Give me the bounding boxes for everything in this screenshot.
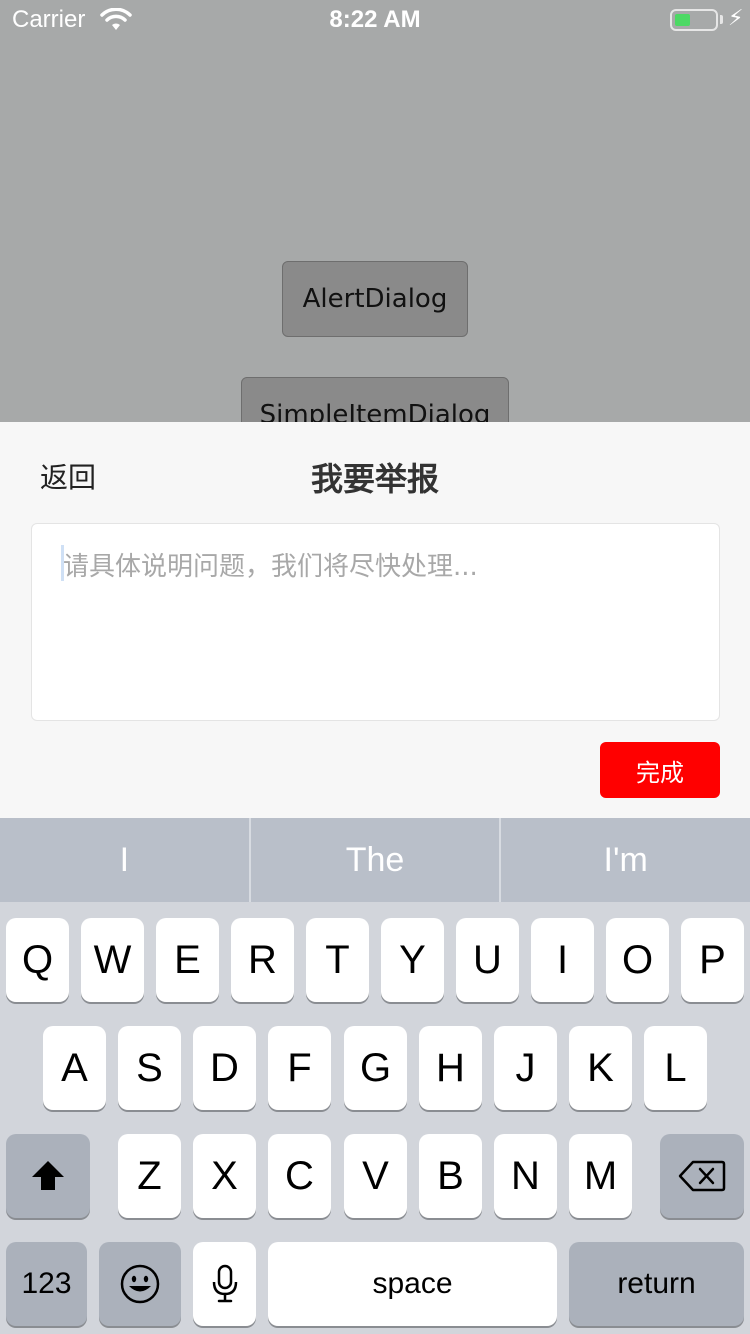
key-c[interactable]: C — [268, 1134, 331, 1218]
clock: 8:22 AM — [329, 6, 421, 33]
delete-key[interactable] — [660, 1134, 744, 1218]
key-a[interactable]: A — [43, 1026, 106, 1110]
key-v[interactable]: V — [344, 1134, 407, 1218]
key-s[interactable]: S — [118, 1026, 181, 1110]
keyboard: I The I'm Q W E R T Y U I O P A S D F G … — [0, 818, 750, 1334]
key-i[interactable]: I — [531, 918, 594, 1002]
sheet-title: 我要举报 — [310, 460, 439, 498]
shift-icon — [32, 1161, 64, 1190]
charging-icon: ⚡ — [728, 6, 744, 31]
key-w[interactable]: W — [81, 918, 144, 1002]
key-t[interactable]: T — [306, 918, 369, 1002]
key-o[interactable]: O — [606, 918, 669, 1002]
key-b[interactable]: B — [419, 1134, 482, 1218]
dictation-key[interactable] — [193, 1242, 256, 1326]
report-input[interactable]: 请具体说明问题，我们将尽快处理... — [31, 523, 720, 721]
key-j[interactable]: J — [494, 1026, 557, 1110]
return-key[interactable]: return — [569, 1242, 744, 1326]
key-n[interactable]: N — [494, 1134, 557, 1218]
suggestion-item[interactable]: I'm — [499, 818, 750, 902]
numbers-key[interactable]: 123 — [6, 1242, 87, 1326]
key-x[interactable]: X — [193, 1134, 256, 1218]
key-q[interactable]: Q — [6, 918, 69, 1002]
suggestion-bar: I The I'm — [0, 818, 750, 902]
backspace-icon — [678, 1160, 726, 1192]
key-f[interactable]: F — [268, 1026, 331, 1110]
key-k[interactable]: K — [569, 1026, 632, 1110]
key-e[interactable]: E — [156, 918, 219, 1002]
report-placeholder: 请具体说明问题，我们将尽快处理... — [63, 552, 478, 582]
key-d[interactable]: D — [193, 1026, 256, 1110]
status-bar: Carrier 8:22 AM ⚡ — [0, 0, 750, 40]
key-g[interactable]: G — [344, 1026, 407, 1110]
done-button[interactable]: 完成 — [600, 742, 720, 798]
key-z[interactable]: Z — [118, 1134, 181, 1218]
background-app: Carrier 8:22 AM ⚡ AlertDialog SimpleItem… — [0, 0, 750, 422]
suggestion-item[interactable]: I — [0, 818, 249, 902]
key-m[interactable]: M — [569, 1134, 632, 1218]
battery-icon — [670, 9, 718, 31]
key-u[interactable]: U — [456, 918, 519, 1002]
emoji-icon — [120, 1264, 160, 1304]
key-l[interactable]: L — [644, 1026, 707, 1110]
battery-tip — [720, 15, 723, 24]
space-key[interactable]: space — [268, 1242, 557, 1326]
shift-key[interactable] — [6, 1134, 90, 1218]
microphone-icon — [212, 1264, 237, 1303]
key-y[interactable]: Y — [381, 918, 444, 1002]
report-sheet: 返回 我要举报 请具体说明问题，我们将尽快处理... 完成 — [0, 422, 750, 818]
key-r[interactable]: R — [231, 918, 294, 1002]
key-p[interactable]: P — [681, 918, 744, 1002]
simple-item-dialog-button[interactable]: SimpleItemDialog — [241, 377, 509, 422]
alert-dialog-button[interactable]: AlertDialog — [282, 261, 468, 337]
key-h[interactable]: H — [419, 1026, 482, 1110]
emoji-key[interactable] — [99, 1242, 181, 1326]
suggestion-item[interactable]: The — [248, 818, 500, 902]
